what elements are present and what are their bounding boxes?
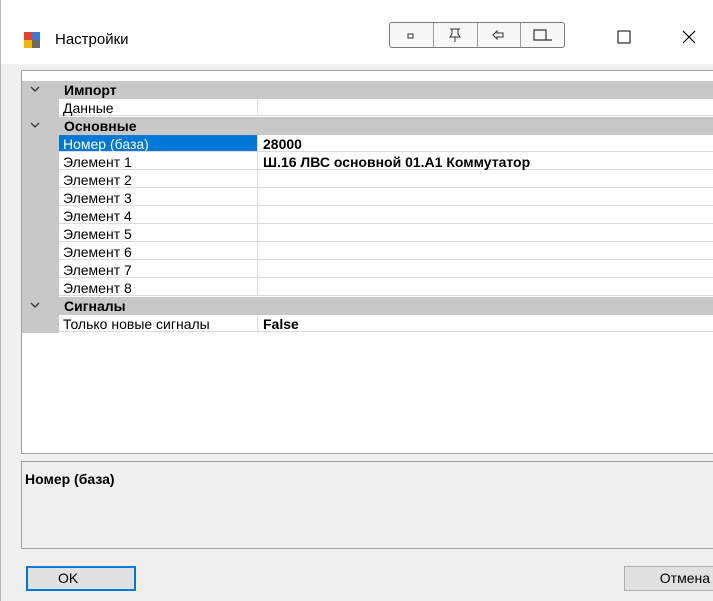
restore-icon[interactable]	[478, 23, 522, 47]
property-row-element-1[interactable]: Элемент 1 Ш.16 ЛВС основной 01.А1 Коммут…	[22, 153, 713, 171]
property-value[interactable]	[258, 261, 713, 278]
property-value[interactable]: 28000	[258, 135, 713, 152]
property-name: Элемент 2	[59, 171, 258, 188]
property-row-new-signals-only[interactable]: Только новые сигналы False	[22, 315, 713, 333]
category-import[interactable]: Импорт	[22, 81, 713, 99]
property-value[interactable]	[258, 99, 713, 116]
property-value[interactable]	[258, 189, 713, 206]
category-main[interactable]: Основные	[22, 117, 713, 135]
property-row-element-3[interactable]: Элемент 3	[22, 189, 713, 207]
property-row-element-6[interactable]: Элемент 6	[22, 243, 713, 261]
ok-button[interactable]: OK	[26, 566, 136, 591]
help-panel: Номер (база)	[21, 461, 713, 549]
property-name: Только новые сигналы	[59, 315, 258, 332]
title-bar[interactable]: Настройки	[1, 0, 713, 64]
property-name: Элемент 4	[59, 207, 258, 224]
property-row-element-7[interactable]: Элемент 7	[22, 261, 713, 279]
property-name: Номер (база)	[59, 135, 258, 152]
property-name: Элемент 6	[59, 243, 258, 260]
close-icon	[682, 30, 696, 44]
property-value[interactable]: False	[258, 315, 713, 332]
pin-icon[interactable]	[434, 23, 478, 47]
category-signals[interactable]: Сигналы	[22, 297, 713, 315]
maximize-icon	[617, 30, 631, 44]
category-label: Основные	[64, 118, 137, 134]
property-name: Элемент 1	[59, 153, 258, 170]
property-value[interactable]	[258, 171, 713, 188]
property-value[interactable]	[258, 225, 713, 242]
property-name: Элемент 5	[59, 225, 258, 242]
chevron-down-icon[interactable]	[28, 297, 42, 315]
property-value[interactable]	[258, 243, 713, 260]
property-name: Данные	[59, 99, 258, 116]
cancel-button[interactable]: Отмена	[624, 566, 713, 591]
maximize-button[interactable]	[601, 22, 647, 52]
close-button[interactable]	[666, 22, 712, 52]
app-icon	[24, 32, 40, 48]
category-label: Импорт	[64, 82, 117, 98]
property-value[interactable]: Ш.16 ЛВС основной 01.А1 Коммутатор	[258, 153, 713, 170]
property-row-data[interactable]: Данные	[22, 99, 713, 117]
property-row-base-number[interactable]: Номер (база) 28000	[22, 135, 713, 153]
property-name: Элемент 7	[59, 261, 258, 278]
property-grid[interactable]: Импорт Данные Основные Номер (база) 2800…	[21, 70, 713, 454]
property-value[interactable]	[258, 279, 713, 296]
settings-window: Настройки Импорт Данные Основные Номер (…	[0, 0, 713, 601]
help-title: Номер (база)	[25, 471, 115, 487]
property-row-element-4[interactable]: Элемент 4	[22, 207, 713, 225]
property-name: Элемент 3	[59, 189, 258, 206]
property-row-element-5[interactable]: Элемент 5	[22, 225, 713, 243]
property-row-element-2[interactable]: Элемент 2	[22, 171, 713, 189]
dock-icon[interactable]	[521, 23, 564, 47]
property-value[interactable]	[258, 207, 713, 224]
property-row-element-8[interactable]: Элемент 8	[22, 279, 713, 297]
category-label: Сигналы	[64, 298, 126, 314]
chevron-down-icon[interactable]	[28, 117, 42, 135]
title-toolbar	[389, 22, 565, 48]
window-title: Настройки	[55, 31, 129, 48]
property-name: Элемент 8	[59, 279, 258, 296]
chevron-down-icon[interactable]	[28, 81, 42, 99]
dot-icon[interactable]	[390, 23, 434, 47]
